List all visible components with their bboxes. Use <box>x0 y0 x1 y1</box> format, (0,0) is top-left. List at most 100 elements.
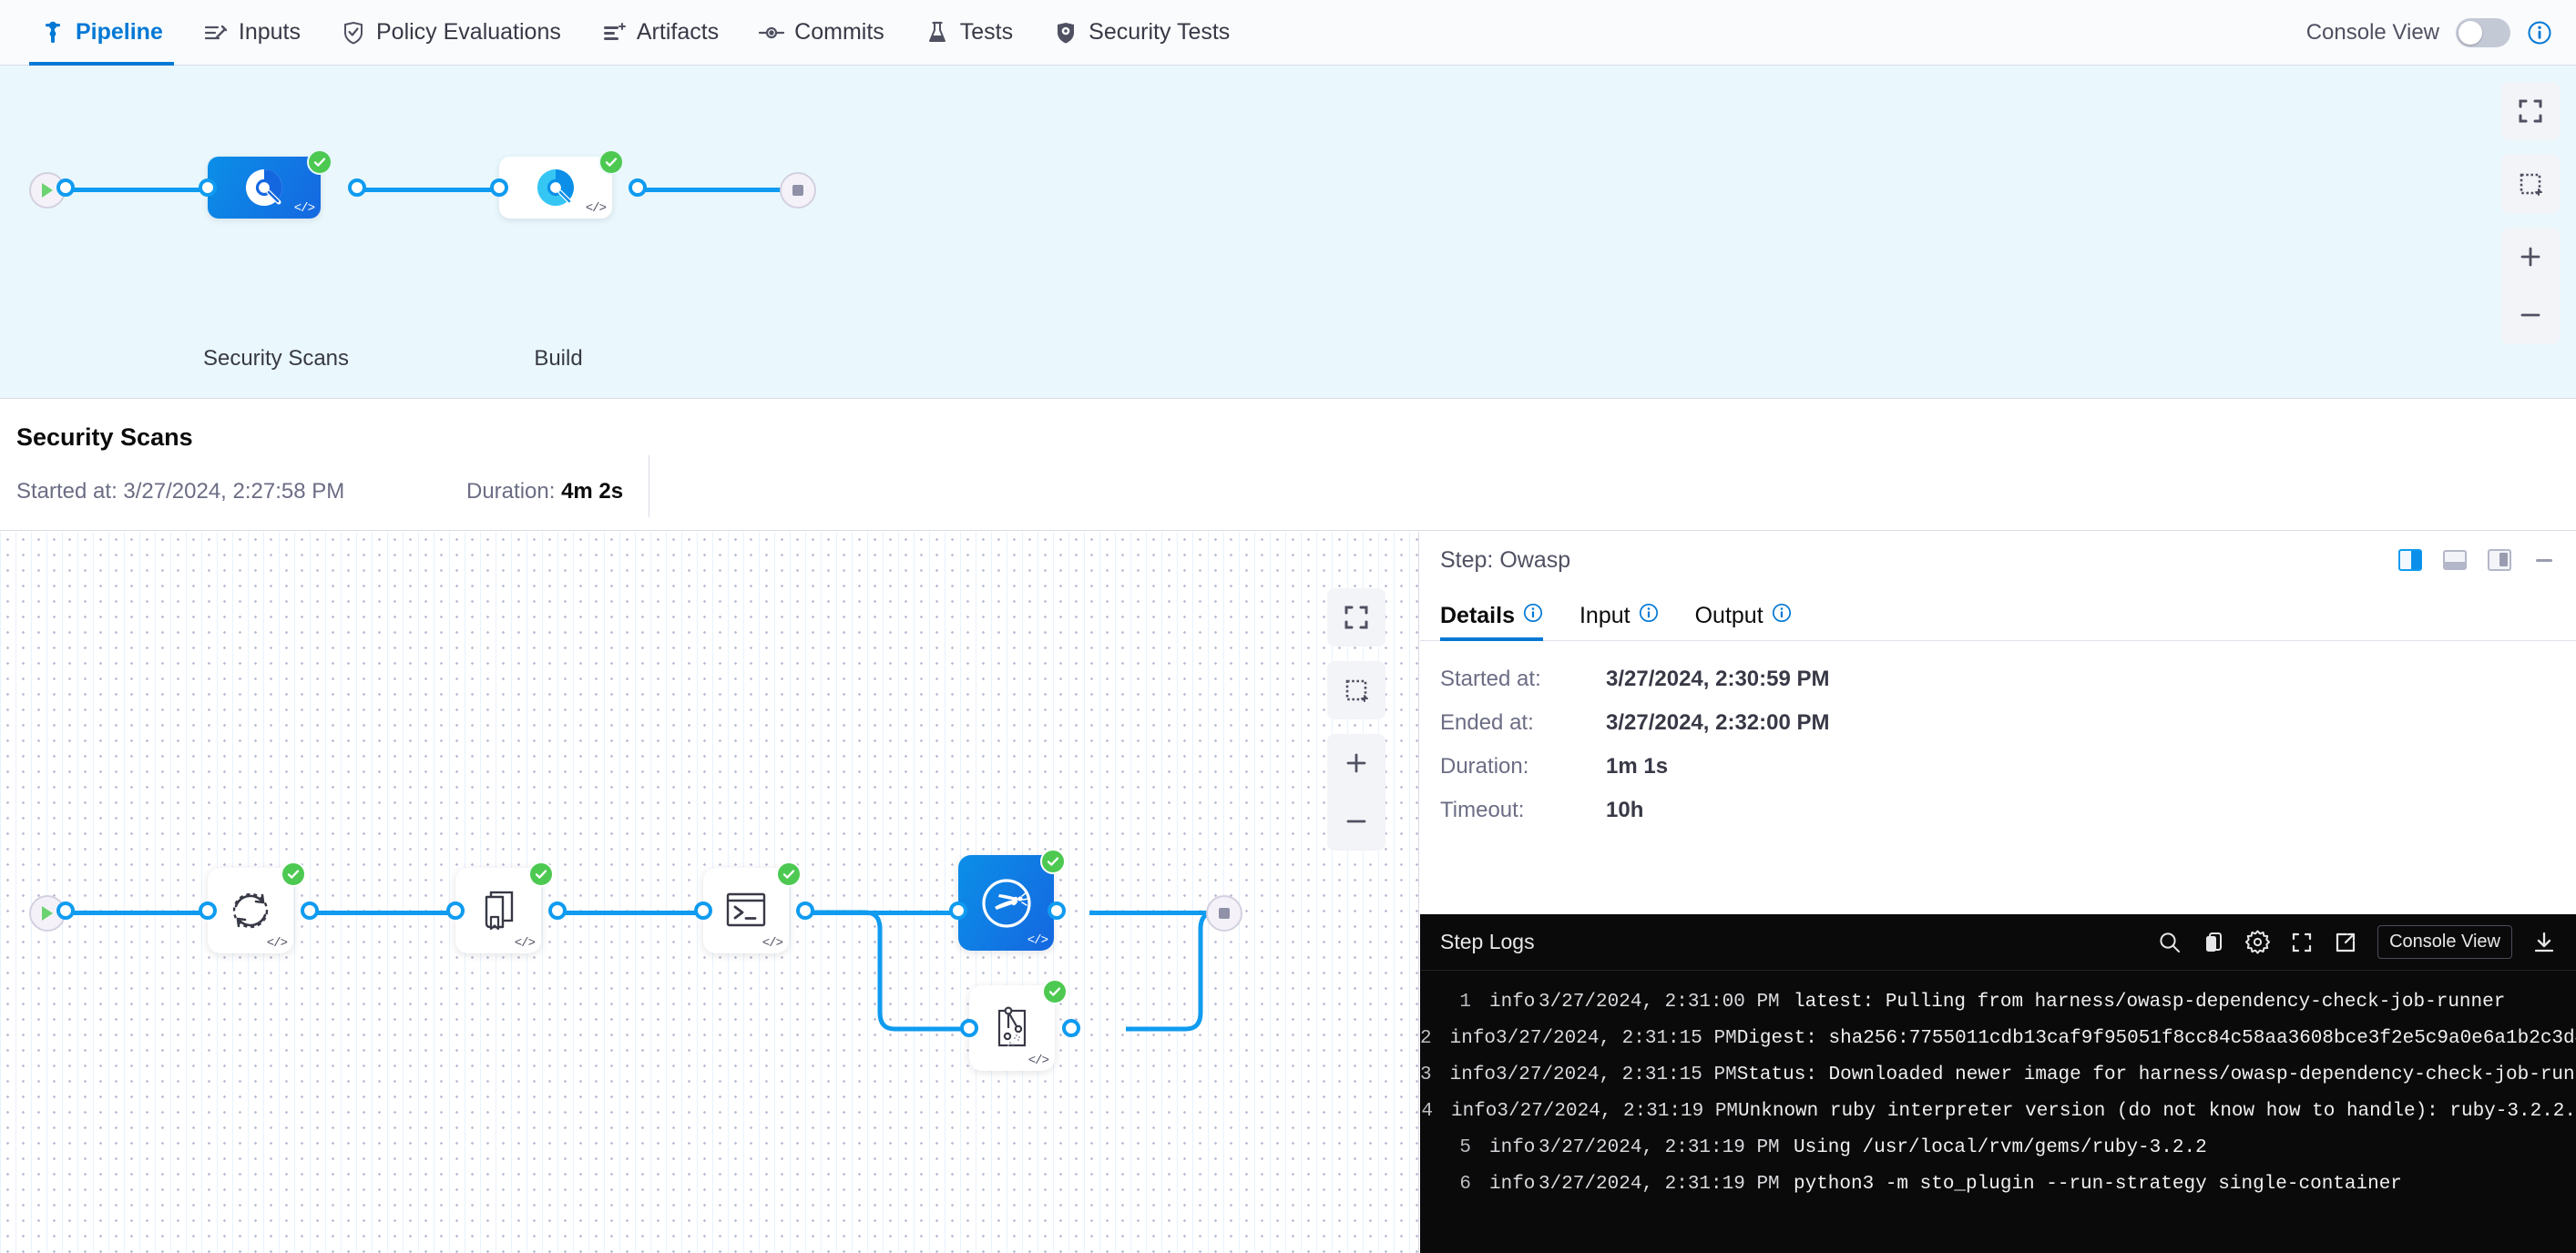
log-line-level: info <box>1433 1101 1497 1122</box>
step-port-owasp-out <box>1048 902 1066 920</box>
stage-code-badge[interactable]: </> <box>586 201 606 216</box>
pipeline-zoom-in-button[interactable] <box>2501 228 2560 286</box>
step-code-badge[interactable]: </> <box>515 936 535 951</box>
stage-code-badge[interactable]: </> <box>294 201 314 216</box>
step-code-badge[interactable]: </> <box>762 936 782 951</box>
step-status-owasp <box>1040 849 1066 874</box>
check-icon <box>312 155 327 169</box>
tab-input[interactable]: Input <box>1579 603 1673 640</box>
info-icon[interactable] <box>1772 603 1792 629</box>
tab-input-label: Input <box>1579 603 1630 629</box>
step-port-owasp-in <box>949 902 967 920</box>
pipeline-zoom-controls <box>2501 228 2560 344</box>
step-graph-controls <box>1327 588 1385 851</box>
step-end-node[interactable] <box>1206 895 1242 932</box>
step-zoom-controls <box>1327 734 1385 851</box>
check-icon <box>604 155 618 169</box>
log-line[interactable]: 6 info 3/27/2024, 2:31:19 PM python3 -m … <box>1420 1166 2576 1202</box>
step-zoom-in-button[interactable] <box>1327 734 1385 792</box>
info-icon[interactable] <box>1639 603 1659 629</box>
info-icon[interactable] <box>2527 20 2552 46</box>
gear-icon[interactable] <box>2245 930 2270 954</box>
step-port-npm-out <box>796 902 814 920</box>
step-port-start-out <box>56 902 75 920</box>
pipeline-port-start-out <box>56 178 75 197</box>
copy-icon[interactable] <box>2202 931 2225 954</box>
tab-pipeline[interactable]: Pipeline <box>20 0 183 66</box>
detail-value-started-at: 3/27/2024, 2:30:59 PM <box>1606 667 2533 692</box>
fit-screen-icon <box>2517 97 2544 125</box>
pipeline-fit-screen-button[interactable] <box>2501 82 2560 140</box>
tab-artifacts[interactable]: Artifacts <box>581 0 739 66</box>
step-fit-screen-button[interactable] <box>1327 588 1385 647</box>
detail-value-duration: 1m 1s <box>1606 754 2533 779</box>
step-selection-box-button[interactable] <box>1327 661 1385 719</box>
step-detail-header: Step: Owasp <box>1420 532 2576 588</box>
stage-node-security-scans[interactable]: </> <box>208 157 321 219</box>
step-node-npm-install[interactable]: </> <box>703 868 789 953</box>
policy-shield-icon <box>341 20 366 46</box>
step-port-npm-in <box>694 902 712 920</box>
scan-target-icon <box>241 165 287 210</box>
pipeline-end-node[interactable] <box>780 172 816 209</box>
step-code-badge[interactable]: </> <box>1027 933 1048 948</box>
minimize-icon[interactable] <box>2532 549 2556 571</box>
logs-console-view-button[interactable]: Console View <box>2377 925 2512 959</box>
step-logs-body[interactable]: 1 info 3/27/2024, 2:31:00 PM latest: Pul… <box>1420 971 2576 1202</box>
step-node-gitleaks[interactable]: </> <box>969 985 1055 1071</box>
terminal-icon <box>722 889 770 932</box>
layout-split-right-icon[interactable] <box>2398 549 2422 571</box>
log-line[interactable]: 2 info 3/27/2024, 2:31:15 PM Digest: sha… <box>1420 1020 2576 1056</box>
tab-details[interactable]: Details <box>1440 603 1558 640</box>
stop-icon <box>1217 906 1232 921</box>
step-node-owasp[interactable]: </> <box>958 855 1054 951</box>
log-line-time: 3/27/2024, 2:31:19 PM <box>1497 1101 1738 1122</box>
log-line[interactable]: 1 info 3/27/2024, 2:31:00 PM latest: Pul… <box>1420 983 2576 1020</box>
stage-started-at: Started at: 3/27/2024, 2:27:58 PM <box>16 479 344 504</box>
page-title: Security Scans <box>16 423 193 452</box>
info-icon[interactable] <box>1523 603 1543 629</box>
log-line[interactable]: 3 info 3/27/2024, 2:31:15 PM Status: Dow… <box>1420 1056 2576 1093</box>
step-node-initialize[interactable]: </> <box>208 868 293 953</box>
panel-layout-controls <box>2398 549 2556 571</box>
log-line[interactable]: 4 info 3/27/2024, 2:31:19 PM Unknown rub… <box>1420 1093 2576 1129</box>
layout-bottom-icon[interactable] <box>2443 549 2467 571</box>
pipeline-zoom-out-button[interactable] <box>2501 286 2560 344</box>
tab-inputs[interactable]: Inputs <box>183 0 321 66</box>
stage-node-build[interactable]: </> <box>499 157 612 219</box>
fullscreen-icon[interactable] <box>2290 931 2314 954</box>
scan-target-icon <box>533 165 578 210</box>
step-node-clone-codebase[interactable]: </> <box>455 868 541 953</box>
console-view-toggle[interactable] <box>2456 18 2510 47</box>
tab-output[interactable]: Output <box>1695 603 1806 640</box>
log-line[interactable]: 5 info 3/27/2024, 2:31:19 PM Using /usr/… <box>1420 1129 2576 1166</box>
step-port-clone-in <box>446 902 465 920</box>
pipeline-selection-box-button[interactable] <box>2501 155 2560 213</box>
pipeline-edge-build-end <box>638 188 791 192</box>
tab-tests[interactable]: Tests <box>905 0 1033 66</box>
console-view-control: Console View <box>2306 18 2576 47</box>
tab-security-tests[interactable]: Security Tests <box>1033 0 1250 66</box>
tab-pipeline-label: Pipeline <box>76 19 163 46</box>
step-port-gitleaks-in <box>960 1019 978 1037</box>
step-zoom-out-button[interactable] <box>1327 792 1385 851</box>
log-line-message: Using /usr/local/rvm/gems/ruby-3.2.2 <box>1794 1137 2207 1158</box>
open-external-icon[interactable] <box>2334 931 2357 954</box>
stage-duration-value: 4m 2s <box>561 479 623 504</box>
step-graph-canvas[interactable]: </> Initialize </> Clone codebase <box>0 532 1419 1253</box>
tab-commits[interactable]: Commits <box>739 0 905 66</box>
search-icon[interactable] <box>2158 931 2182 954</box>
download-icon[interactable] <box>2532 931 2556 954</box>
zoom-in-icon <box>2517 243 2544 270</box>
step-code-badge[interactable]: </> <box>1028 1054 1048 1068</box>
step-logs-header: Step Logs <box>1420 914 2576 971</box>
layout-right-icon[interactable] <box>2488 549 2511 571</box>
step-code-badge[interactable]: </> <box>267 936 287 951</box>
step-details-table: Started at: 3/27/2024, 2:30:59 PM Ended … <box>1440 667 2533 823</box>
stage-status-build <box>598 149 624 175</box>
pipeline-edge-start-security <box>62 188 208 192</box>
pipeline-graph-controls <box>2501 82 2560 344</box>
detail-value-ended-at: 3/27/2024, 2:32:00 PM <box>1606 710 2533 736</box>
pipeline-graph-canvas[interactable]: </> Security Scans </> Build <box>0 66 2576 399</box>
tab-policy-evaluations[interactable]: Policy Evaluations <box>321 0 581 66</box>
